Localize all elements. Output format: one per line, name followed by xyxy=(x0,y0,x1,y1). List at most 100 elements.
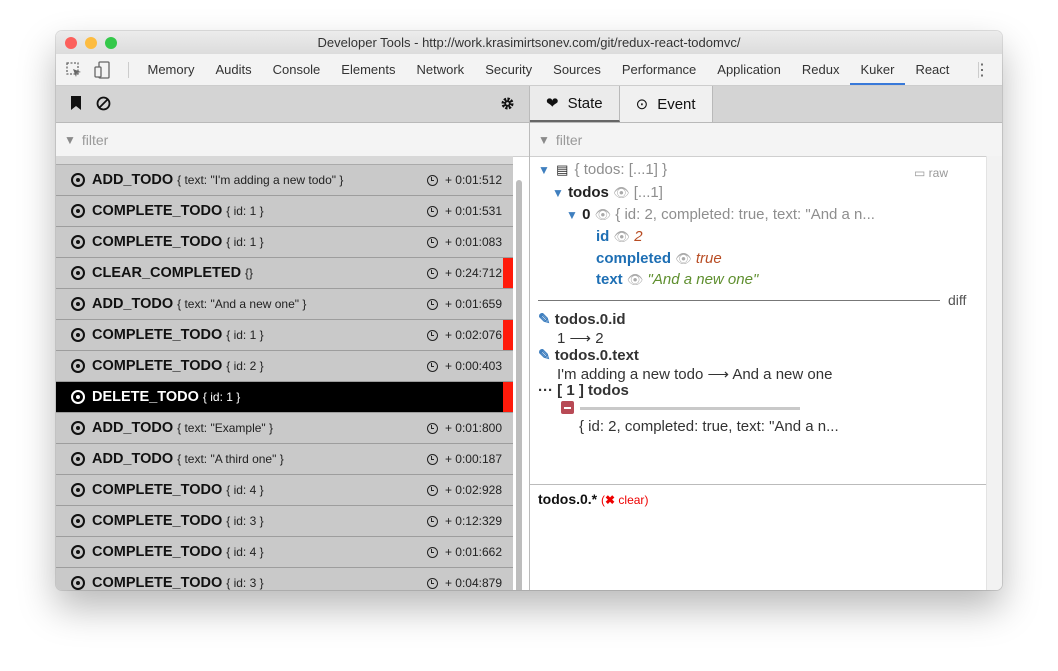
state-filter-input[interactable]: filter xyxy=(556,132,582,148)
event-time-value: + 0:00:187 xyxy=(444,452,502,466)
event-time-value: + 0:01:659 xyxy=(444,297,502,311)
tab-react[interactable]: React xyxy=(905,54,960,85)
traffic-lights xyxy=(65,37,117,49)
clock-icon xyxy=(426,267,438,279)
tab-redux[interactable]: Redux xyxy=(791,54,850,85)
event-type: COMPLETE_TODO xyxy=(92,482,223,498)
event-payload: { text: "Example" } xyxy=(177,421,274,435)
event-row[interactable]: DELETE_TODO{ id: 1 } xyxy=(56,382,513,413)
eye-icon[interactable]: 👁 xyxy=(614,229,631,244)
tab-elements[interactable]: Elements xyxy=(331,54,406,85)
raw-label: raw xyxy=(928,166,948,180)
event-row[interactable]: ADD_TODO{ text: "Example" } + 0:01:800 xyxy=(56,413,513,444)
event-time-value: + 0:01:512 xyxy=(444,173,502,187)
eye-icon[interactable]: 👁 xyxy=(627,272,644,287)
event-row[interactable]: COMPLETE_TODO{ id: 3 } + 0:04:879 xyxy=(56,568,513,590)
event-time: + 0:01:800 xyxy=(426,421,502,435)
events-scrollbar-thumb[interactable] xyxy=(516,180,522,590)
diff-from-1: 1 xyxy=(557,330,566,347)
tab-console[interactable]: Console xyxy=(262,54,331,85)
state-filter[interactable]: ▼ filter xyxy=(530,123,1002,157)
item-index[interactable]: 0 xyxy=(582,206,590,223)
device-toolbar-icon[interactable] xyxy=(94,60,110,79)
id-key[interactable]: id xyxy=(596,228,609,245)
event-type: COMPLETE_TODO xyxy=(92,575,223,590)
event-row[interactable]: COMPLETE_TODO{ id: 1 } + 0:01:531 xyxy=(56,196,513,227)
event-row[interactable]: ADD_TODO{ text: "A third one" } + 0:00:18… xyxy=(56,444,513,475)
eye-icon[interactable]: 👁 xyxy=(595,207,612,222)
event-payload: { id: 4 } xyxy=(226,545,264,559)
minimize-window-button[interactable] xyxy=(85,37,97,49)
list-top-edge xyxy=(56,156,513,165)
devtools-window: Developer Tools - http://work.krasimirts… xyxy=(56,31,1002,590)
tab-event-label: Event xyxy=(657,95,696,113)
event-row[interactable]: COMPLETE_TODO{ id: 1 } + 0:02:076 xyxy=(56,320,513,351)
eye-icon[interactable]: 👁 xyxy=(675,251,692,266)
event-row[interactable]: CLEAR_COMPLETED{} + 0:24:712 xyxy=(56,258,513,289)
completed-key[interactable]: completed xyxy=(596,250,671,267)
clock-icon xyxy=(426,453,438,465)
inspector-scrollbar[interactable] xyxy=(986,156,1002,590)
event-time: + 0:00:403 xyxy=(426,359,502,373)
expand-arrow-icon[interactable]: ▼ xyxy=(538,163,550,177)
event-time: + 0:12:329 xyxy=(426,514,502,528)
tab-memory[interactable]: Memory xyxy=(137,54,205,85)
event-row[interactable]: COMPLETE_TODO{ id: 1 } + 0:01:083 xyxy=(56,227,513,258)
diff-label: diff xyxy=(948,292,967,308)
close-window-button[interactable] xyxy=(65,37,77,49)
clock-icon xyxy=(426,422,438,434)
event-time: + 0:24:712 xyxy=(426,266,502,280)
zoom-window-button[interactable] xyxy=(105,37,117,49)
tab-application[interactable]: Application xyxy=(707,54,792,85)
tab-state[interactable]: ❤ State xyxy=(530,86,620,122)
bookmark-icon[interactable] xyxy=(70,96,82,110)
event-time-value: + 0:02:076 xyxy=(444,328,502,342)
event-type: CLEAR_COMPLETED xyxy=(92,265,242,281)
tab-event[interactable]: ⊙ Event xyxy=(619,86,713,122)
events-filter-input[interactable]: filter xyxy=(82,132,108,148)
event-row[interactable]: COMPLETE_TODO{ id: 4 } + 0:01:662 xyxy=(56,537,513,568)
event-payload: { id: 3 } xyxy=(226,576,264,590)
todos-key[interactable]: todos xyxy=(568,184,609,201)
event-row[interactable]: COMPLETE_TODO{ id: 3 } + 0:12:329 xyxy=(56,506,513,537)
tab-sources[interactable]: Sources xyxy=(543,54,612,85)
text-value: "And a new one" xyxy=(647,271,759,288)
removed-value: { id: 2, completed: true, text: "And a n… xyxy=(579,418,839,435)
more-options-icon[interactable]: ⋮ xyxy=(974,60,990,80)
clear-watch-button[interactable]: (✖ clear) xyxy=(601,493,648,507)
watch-bar: todos.0.* (✖ clear) xyxy=(530,484,1002,590)
event-payload: { text: "I'm adding a new todo" } xyxy=(177,173,344,187)
target-icon xyxy=(71,328,85,342)
event-payload: { id: 3 } xyxy=(226,514,264,528)
event-row[interactable]: ADD_TODO{ text: "And a new one" } + 0:01:… xyxy=(56,289,513,320)
eye-icon[interactable]: 👁 xyxy=(613,185,630,200)
events-filter[interactable]: ▼ filter xyxy=(56,123,529,157)
text-key[interactable]: text xyxy=(596,271,623,288)
raw-toggle[interactable]: ▭ raw xyxy=(914,166,948,180)
expand-arrow-icon[interactable]: ▼ xyxy=(566,208,578,222)
event-row[interactable]: COMPLETE_TODO{ id: 2 } + 0:00:403 xyxy=(56,351,513,382)
event-row[interactable]: ADD_TODO{ text: "I'm adding a new todo" … xyxy=(56,165,513,196)
expand-arrow-icon[interactable]: ▼ xyxy=(552,186,564,200)
tab-network[interactable]: Network xyxy=(406,54,475,85)
tab-security[interactable]: Security xyxy=(475,54,543,85)
event-type: COMPLETE_TODO xyxy=(92,544,223,560)
gear-icon[interactable] xyxy=(500,96,515,111)
clear-events-icon[interactable] xyxy=(96,96,111,111)
diff-path-2: todos.0.text xyxy=(554,347,639,364)
tab-kuker[interactable]: Kuker xyxy=(849,54,905,85)
events-scrollbar[interactable] xyxy=(515,180,524,590)
list-icon: ▤ xyxy=(556,162,569,177)
event-time-value: + 0:24:712 xyxy=(444,266,502,280)
inspect-element-icon[interactable] xyxy=(66,61,82,78)
inspector-tabs: ❤ State ⊙ Event xyxy=(530,86,1002,123)
arrow-right-icon: ⟶ xyxy=(707,366,729,383)
event-time-value: + 0:01:662 xyxy=(444,545,502,559)
tab-performance[interactable]: Performance xyxy=(611,54,706,85)
toolbar-divider xyxy=(128,61,129,78)
tab-audits[interactable]: Audits xyxy=(205,54,262,85)
target-icon xyxy=(71,421,85,435)
event-time: + 0:00:187 xyxy=(426,452,502,466)
event-row[interactable]: COMPLETE_TODO{ id: 4 } + 0:02:928 xyxy=(56,475,513,506)
event-time-value: + 0:12:329 xyxy=(444,514,502,528)
